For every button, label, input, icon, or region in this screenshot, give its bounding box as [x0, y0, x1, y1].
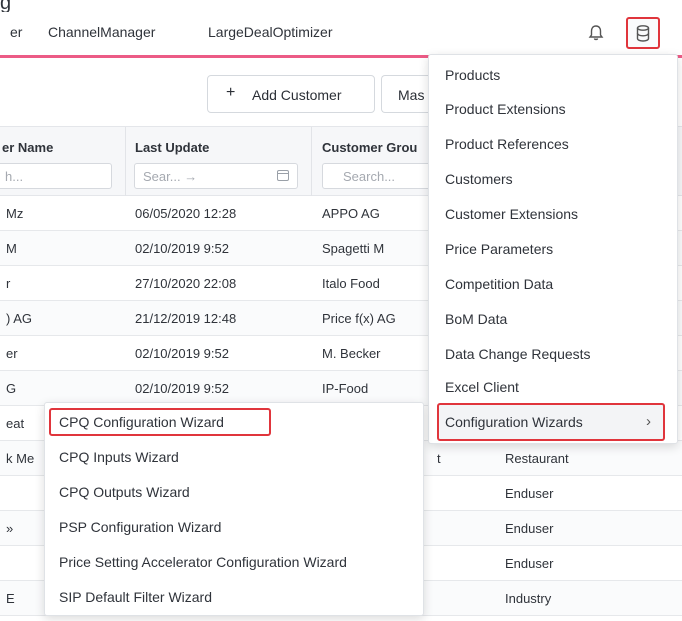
- calendar-icon[interactable]: [277, 170, 289, 181]
- nav-tab-partial[interactable]: er: [10, 24, 22, 40]
- cell-type: Enduser: [505, 486, 554, 501]
- cell-type: Restaurant: [505, 451, 569, 466]
- top-strip: g: [0, 0, 682, 14]
- cell-last-update: 02/10/2019 9:52: [135, 381, 229, 396]
- cell-name: k Me: [6, 451, 35, 466]
- last-update-filter[interactable]: Sear... →: [134, 163, 298, 189]
- submenu-item-price-setting-accelerator-wizard[interactable]: Price Setting Accelerator Configuration …: [59, 554, 347, 570]
- menu-item-bom-data[interactable]: BoM Data: [445, 311, 507, 327]
- column-divider: [311, 127, 312, 197]
- nav-tab-channel-manager[interactable]: ChannelManager: [48, 24, 155, 40]
- database-icon: [636, 25, 650, 42]
- chevron-right-icon: ›: [646, 413, 651, 430]
- customer-group-filter[interactable]: Search...: [322, 163, 432, 189]
- cell-group: Price f(x) AG: [322, 311, 396, 326]
- menu-item-price-parameters[interactable]: Price Parameters: [445, 241, 553, 257]
- menu-item-products[interactable]: Products: [445, 67, 500, 83]
- plus-icon: +: [226, 84, 236, 101]
- master-data-label: Mas: [398, 87, 425, 103]
- menu-item-customer-extensions[interactable]: Customer Extensions: [445, 206, 578, 222]
- cell-group: t: [437, 451, 441, 466]
- add-customer-button[interactable]: + Add Customer: [207, 75, 375, 113]
- cell-type: Enduser: [505, 556, 554, 571]
- database-menu-button[interactable]: [626, 17, 660, 49]
- cell-name: E: [6, 591, 15, 606]
- cell-group: APPO AG: [322, 206, 380, 221]
- customer-name-filter-text: h...: [5, 169, 24, 184]
- cell-name: »: [6, 521, 14, 536]
- submenu-item-sip-default-filter-wizard[interactable]: SIP Default Filter Wizard: [59, 589, 212, 605]
- cell-name: er: [6, 346, 18, 361]
- customer-group-filter-text: Search...: [343, 169, 396, 184]
- wizards-submenu: CPQ Configuration Wizard CPQ Inputs Wiza…: [44, 402, 424, 616]
- cell-name: Mz: [6, 206, 24, 221]
- column-header-customer-name[interactable]: er Name: [2, 140, 53, 155]
- cell-last-update: 27/10/2020 22:08: [135, 276, 237, 291]
- column-divider: [125, 127, 126, 197]
- menu-item-customers[interactable]: Customers: [445, 171, 513, 187]
- cell-name: G: [6, 381, 17, 396]
- cell-group: IP-Food: [322, 381, 369, 396]
- menu-item-excel-client[interactable]: Excel Client: [445, 379, 519, 395]
- cell-group: M. Becker: [322, 346, 381, 361]
- configuration-wizards-label: Configuration Wizards: [445, 414, 583, 430]
- cell-type: Enduser: [505, 521, 554, 536]
- menu-item-data-change-requests[interactable]: Data Change Requests: [445, 346, 591, 362]
- cell-name: ) AG: [6, 311, 33, 326]
- cell-name: eat: [6, 416, 25, 431]
- menu-item-product-references[interactable]: Product References: [445, 136, 569, 152]
- column-header-last-update[interactable]: Last Update: [135, 140, 209, 155]
- cell-name: M: [6, 241, 17, 256]
- submenu-item-cpq-configuration-wizard[interactable]: CPQ Configuration Wizard: [49, 408, 271, 436]
- menu-item-product-extensions[interactable]: Product Extensions: [445, 101, 566, 117]
- bell-icon[interactable]: [588, 24, 604, 42]
- menu-item-competition-data[interactable]: Competition Data: [445, 276, 553, 292]
- master-data-dropdown: Products Product Extensions Product Refe…: [428, 54, 678, 444]
- cell-name: r: [6, 276, 11, 291]
- last-update-filter-text: Sear... →: [143, 169, 198, 184]
- submenu-item-cpq-outputs-wizard[interactable]: CPQ Outputs Wizard: [59, 484, 190, 500]
- customer-name-filter[interactable]: h...: [0, 163, 112, 189]
- nav-tab-large-deal-optimizer[interactable]: LargeDealOptimizer: [208, 24, 333, 40]
- submenu-item-psp-configuration-wizard[interactable]: PSP Configuration Wizard: [59, 519, 221, 535]
- submenu-item-cpq-inputs-wizard[interactable]: CPQ Inputs Wizard: [59, 449, 179, 465]
- cell-last-update: 21/12/2019 12:48: [135, 311, 237, 326]
- top-navbar: er ChannelManager LargeDealOptimizer: [0, 12, 682, 58]
- cell-last-update: 02/10/2019 9:52: [135, 346, 229, 361]
- add-customer-label: Add Customer: [252, 87, 342, 103]
- cell-type: Industry: [505, 591, 552, 606]
- column-header-customer-group[interactable]: Customer Grou: [322, 140, 417, 155]
- cell-group: Spagetti M: [322, 241, 385, 256]
- cell-group: Italo Food: [322, 276, 380, 291]
- cpq-configuration-wizard-label: CPQ Configuration Wizard: [59, 414, 224, 430]
- menu-item-configuration-wizards[interactable]: Configuration Wizards ›: [437, 403, 665, 441]
- cell-last-update: 06/05/2020 12:28: [135, 206, 237, 221]
- cell-last-update: 02/10/2019 9:52: [135, 241, 229, 256]
